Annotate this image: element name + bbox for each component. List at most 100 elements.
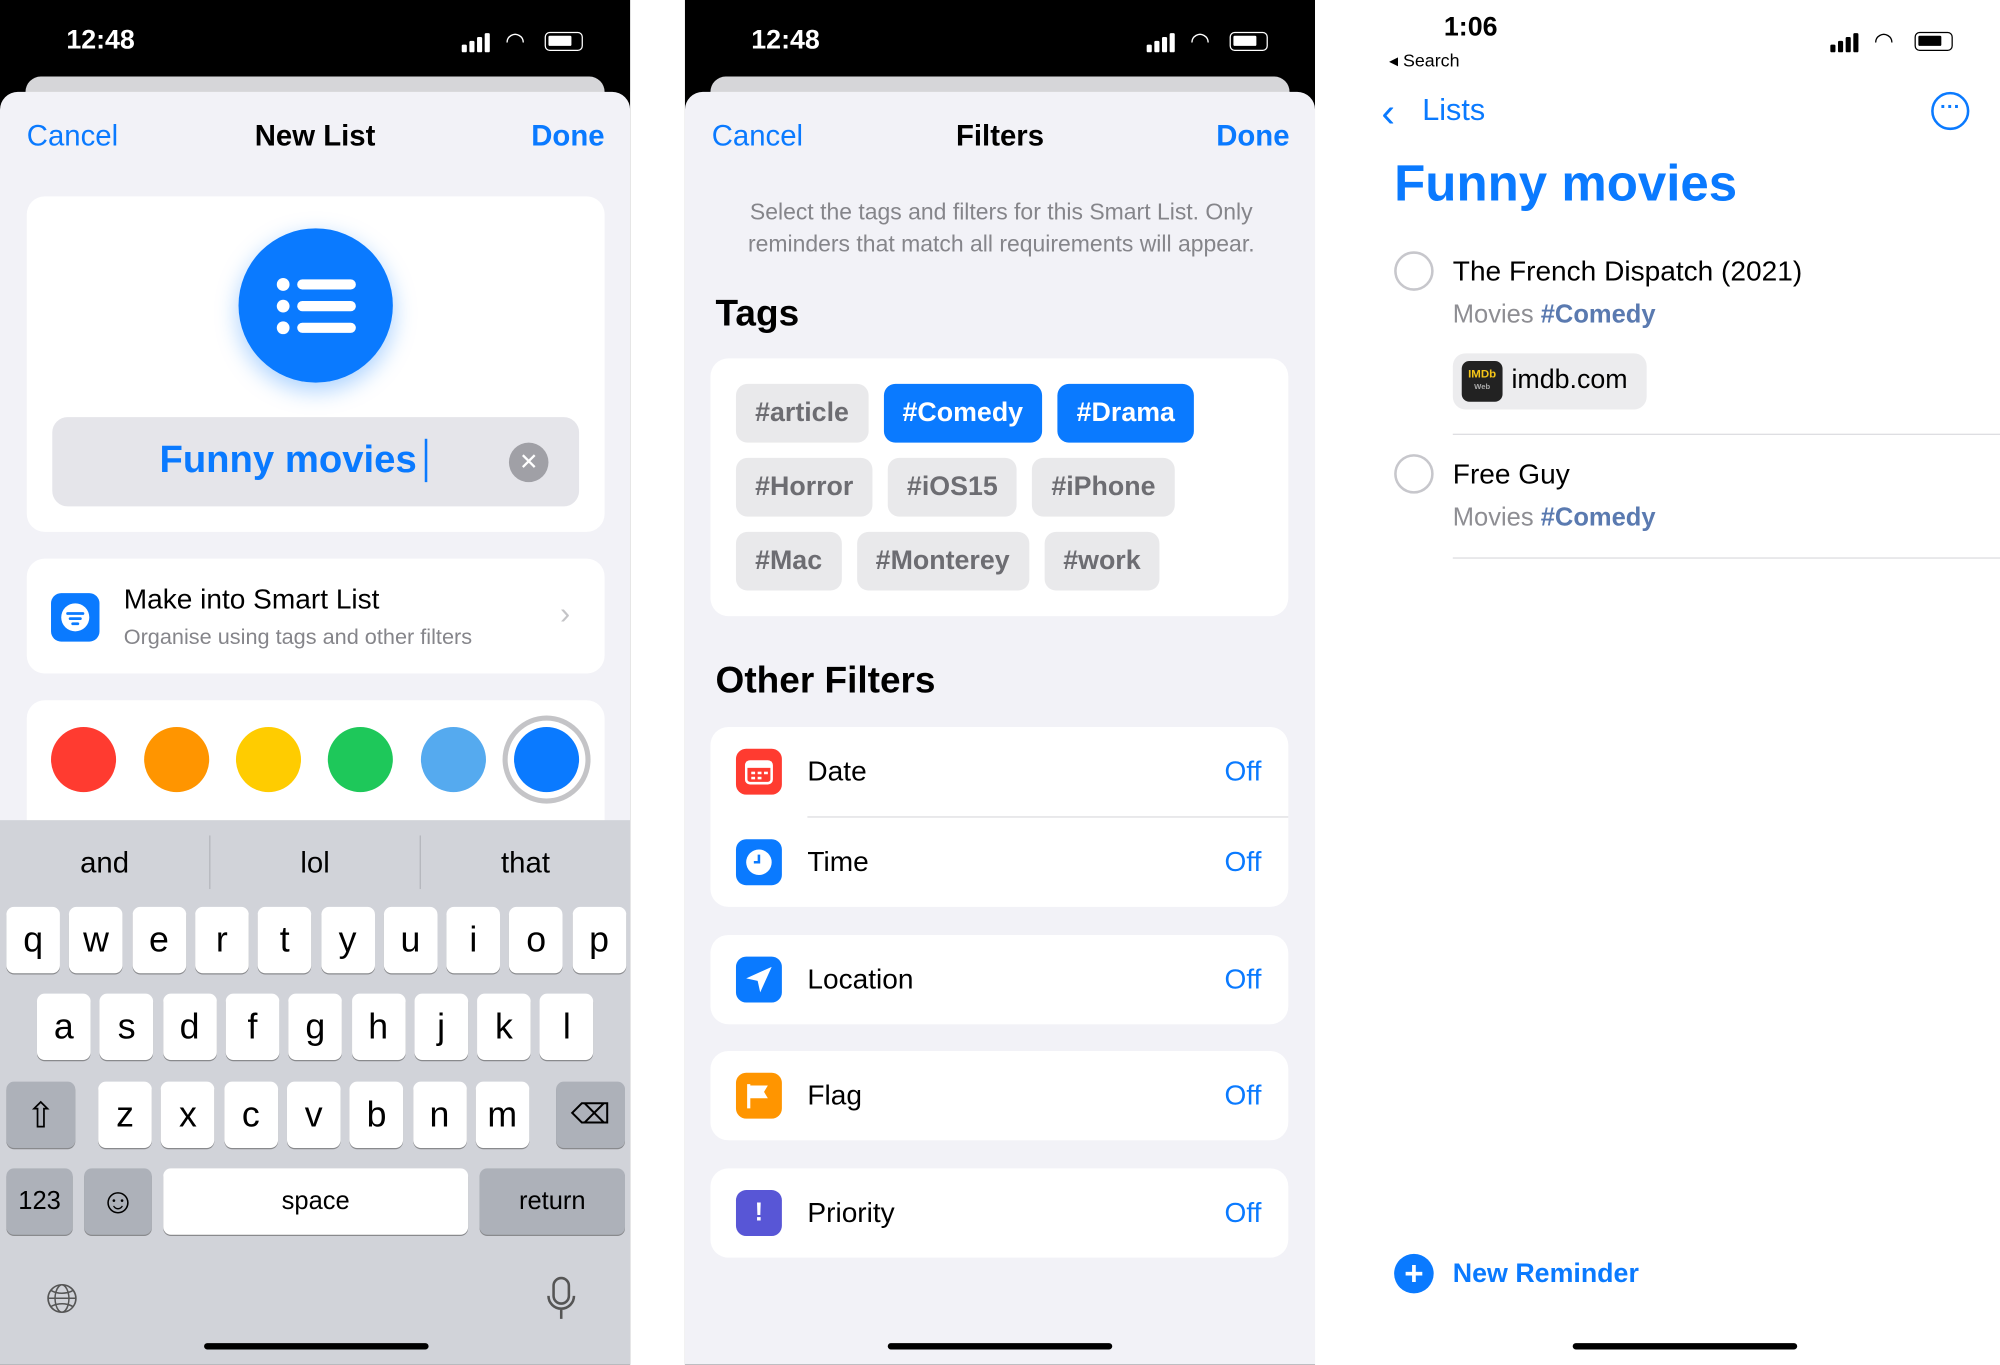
emoji-key[interactable]: ☺ — [84, 1168, 152, 1235]
filters-description: Select the tags and filters for this Sma… — [747, 198, 1255, 257]
complete-checkbox[interactable] — [1394, 251, 1434, 291]
tag-chip[interactable]: #work — [1044, 531, 1160, 591]
more-options-icon[interactable]: ··· — [1931, 91, 1970, 131]
lists-back-label[interactable]: Lists — [1422, 93, 1485, 129]
key-w[interactable]: w — [69, 906, 123, 974]
color-blue-selected[interactable] — [514, 727, 580, 793]
microphone-icon[interactable] — [546, 1276, 577, 1322]
numbers-key[interactable]: 123 — [6, 1168, 73, 1235]
suggestion[interactable]: lol — [210, 835, 421, 890]
key-e[interactable]: e — [132, 906, 186, 974]
reminder-title[interactable]: Free Guy — [1453, 458, 1570, 491]
home-indicator — [204, 1343, 429, 1350]
filter-row-priority[interactable]: ! Priority Off — [710, 1168, 1289, 1258]
color-yellow[interactable] — [235, 727, 302, 793]
done-button[interactable]: Done — [1216, 119, 1289, 153]
key-m[interactable]: m — [475, 1081, 530, 1148]
filter-label: Flag — [807, 1079, 862, 1111]
filter-row-time[interactable]: Time Off — [710, 818, 1288, 907]
suggestion[interactable]: that — [421, 835, 630, 889]
return-key[interactable]: return — [479, 1168, 625, 1235]
key-d[interactable]: d — [162, 993, 217, 1060]
link-preview-imdb[interactable]: IMDb Web imdb.com — [1452, 353, 1647, 410]
done-button[interactable]: Done — [531, 119, 604, 153]
key-h[interactable]: h — [351, 993, 405, 1060]
key-l[interactable]: l — [540, 993, 594, 1060]
new-reminder-label: New Reminder — [1452, 1258, 1639, 1288]
tag-chip[interactable]: #Drama — [1057, 383, 1195, 443]
emoji-icon: ☺ — [99, 1181, 137, 1221]
tag-chip[interactable]: #iPhone — [1032, 457, 1175, 517]
key-i[interactable]: i — [446, 906, 501, 974]
key-o[interactable]: o — [509, 906, 563, 974]
filter-row-location[interactable]: Location Off — [710, 934, 1289, 1025]
color-green[interactable] — [327, 727, 393, 793]
filter-row-date[interactable]: Date Off — [710, 727, 1288, 816]
make-smart-list-row[interactable]: Make into Smart List Organise using tags… — [26, 558, 605, 674]
key-g[interactable]: g — [288, 993, 343, 1060]
new-reminder-button[interactable]: + New Reminder — [1394, 1253, 1639, 1294]
reminder-tag[interactable]: #Comedy — [1541, 301, 1656, 329]
list-name-value: Funny movies — [159, 438, 427, 483]
key-u[interactable]: u — [383, 906, 438, 974]
reminder-meta: Movies #Comedy — [1453, 301, 1656, 330]
color-red[interactable] — [51, 727, 117, 793]
filter-label: Location — [807, 963, 914, 995]
chevron-left-icon: ‹ — [1381, 89, 1395, 136]
list-bullet-icon[interactable] — [238, 228, 393, 383]
battery-icon — [1229, 31, 1268, 52]
suggestion-bar: and lol that — [0, 835, 630, 890]
battery-icon — [544, 31, 583, 52]
key-z[interactable]: z — [98, 1081, 152, 1148]
filter-row-flag[interactable]: Flag Off — [710, 1051, 1289, 1141]
tag-chip[interactable]: #Monterey — [856, 531, 1029, 591]
status-time: 12:48 — [66, 25, 135, 55]
exclamation-icon: ! — [735, 1190, 782, 1236]
key-y[interactable]: y — [320, 906, 375, 974]
imdb-logo: IMDb Web — [1461, 360, 1503, 402]
color-light-blue[interactable] — [420, 727, 486, 793]
key-x[interactable]: x — [161, 1081, 215, 1148]
tag-chip[interactable]: #article — [735, 383, 869, 443]
key-r[interactable]: r — [195, 906, 249, 974]
list-title: Funny movies — [1394, 155, 1738, 212]
tag-chip[interactable]: #iOS15 — [887, 457, 1017, 517]
key-q[interactable]: q — [6, 906, 60, 974]
date-time-card: Date Off Time Off — [710, 727, 1289, 907]
backspace-key[interactable]: ⌫ — [556, 1081, 625, 1148]
clock-icon — [735, 839, 782, 886]
tag-chip[interactable]: #Comedy — [883, 383, 1043, 443]
filter-value: Off — [1224, 845, 1262, 878]
key-j[interactable]: j — [414, 993, 468, 1060]
key-f[interactable]: f — [225, 993, 280, 1060]
reminder-tag[interactable]: #Comedy — [1541, 504, 1656, 532]
reminder-title[interactable]: The French Dispatch (2021) — [1453, 255, 1802, 288]
calendar-icon — [735, 748, 782, 795]
tag-chip[interactable]: #Mac — [735, 531, 842, 591]
filters-screen: 12:48 ◠ Cancel Filters Done Select the t… — [684, 0, 1316, 1365]
list-name-input[interactable]: Funny movies ✕ — [52, 417, 580, 507]
key-c[interactable]: c — [223, 1081, 278, 1148]
suggestion[interactable]: and — [0, 835, 211, 890]
key-k[interactable]: k — [477, 993, 531, 1060]
globe-icon[interactable]: 🌐︎ — [46, 1276, 79, 1324]
shift-icon: ⇧ — [25, 1095, 56, 1135]
back-button[interactable]: ‹ — [1381, 89, 1395, 136]
smart-list-title: Make into Smart List — [123, 582, 380, 615]
key-n[interactable]: n — [412, 1081, 467, 1148]
space-key[interactable]: space — [163, 1168, 469, 1235]
color-orange[interactable] — [144, 727, 210, 793]
key-t[interactable]: t — [257, 906, 312, 974]
link-label: imdb.com — [1511, 364, 1628, 395]
back-to-app-link[interactable]: ◂ Search — [1389, 50, 1460, 72]
smart-list-subtitle: Organise using tags and other filters — [123, 624, 473, 650]
key-b[interactable]: b — [349, 1081, 404, 1148]
shift-key[interactable]: ⇧ — [6, 1081, 76, 1148]
key-a[interactable]: a — [36, 993, 91, 1060]
key-v[interactable]: v — [286, 1081, 341, 1148]
key-s[interactable]: s — [99, 993, 154, 1060]
tag-chip[interactable]: #Horror — [735, 457, 873, 517]
key-p[interactable]: p — [572, 906, 626, 974]
clear-icon[interactable]: ✕ — [508, 442, 549, 483]
complete-checkbox[interactable] — [1394, 454, 1434, 494]
